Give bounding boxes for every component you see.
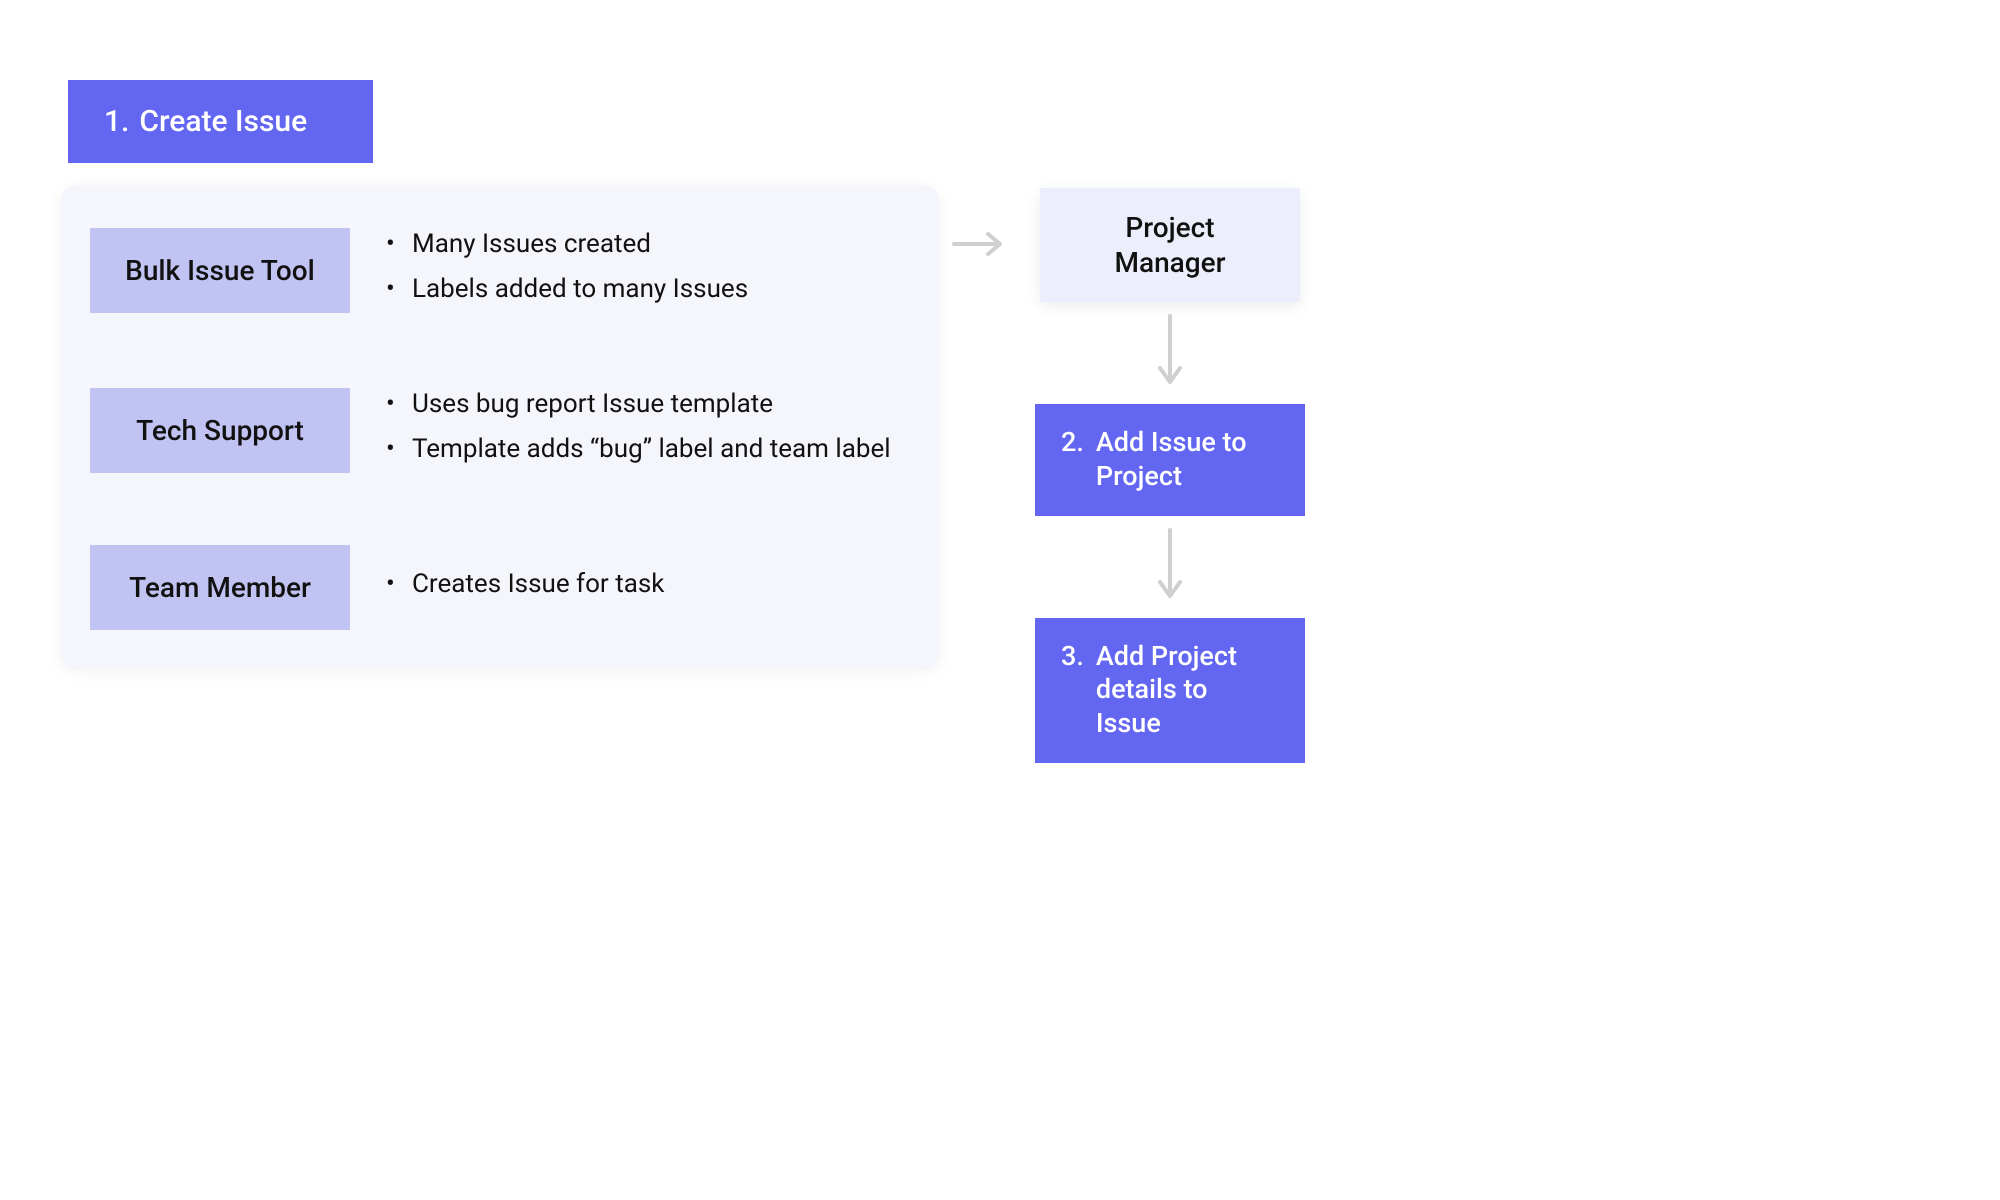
actor-bullets: Creates Issue for task — [386, 565, 664, 610]
step-1-header: 1. Create Issue — [68, 80, 373, 163]
step-3-text: Add Project details to Issue — [1096, 640, 1279, 741]
left-column: 1. Create Issue Bulk Issue Tool Many Iss… — [60, 80, 940, 763]
arrow-down-icon — [1156, 516, 1184, 618]
bullet-item: Creates Issue for task — [386, 565, 664, 604]
arrow-right-icon — [952, 230, 1008, 258]
step-1-number: 1. — [104, 104, 129, 139]
step-2-text: Add Issue to Project — [1096, 426, 1279, 494]
step-1-label: Create Issue — [139, 104, 307, 139]
actor-tech-support: Tech Support — [90, 388, 350, 473]
bullet-item: Template adds “bug” label and team label — [386, 430, 891, 469]
actor-team-member: Team Member — [90, 545, 350, 630]
step-3-box: 3. Add Project details to Issue — [1035, 618, 1305, 763]
actor-row: Bulk Issue Tool Many Issues created Labe… — [90, 225, 910, 315]
actors-panel: Bulk Issue Tool Many Issues created Labe… — [60, 185, 940, 670]
bullet-item: Uses bug report Issue template — [386, 385, 891, 424]
step-2-number: 2. — [1061, 426, 1084, 460]
arrow-down-icon — [1156, 302, 1184, 404]
bullet-item: Labels added to many Issues — [386, 270, 748, 309]
right-column: Project Manager 2. Add Issue to Project … — [1020, 80, 1320, 763]
actor-bullets: Uses bug report Issue template Template … — [386, 385, 891, 475]
actor-bullets: Many Issues created Labels added to many… — [386, 225, 748, 315]
actor-row: Team Member Creates Issue for task — [90, 545, 910, 630]
actor-row: Tech Support Uses bug report Issue templ… — [90, 385, 910, 475]
bullet-item: Many Issues created — [386, 225, 748, 264]
step-2-box: 2. Add Issue to Project — [1035, 404, 1305, 516]
step-3-number: 3. — [1061, 640, 1084, 674]
arrow-to-receiver — [940, 80, 1020, 763]
project-manager-box: Project Manager — [1040, 188, 1300, 302]
actor-bulk-issue-tool: Bulk Issue Tool — [90, 228, 350, 313]
workflow-diagram: 1. Create Issue Bulk Issue Tool Many Iss… — [60, 80, 1940, 763]
